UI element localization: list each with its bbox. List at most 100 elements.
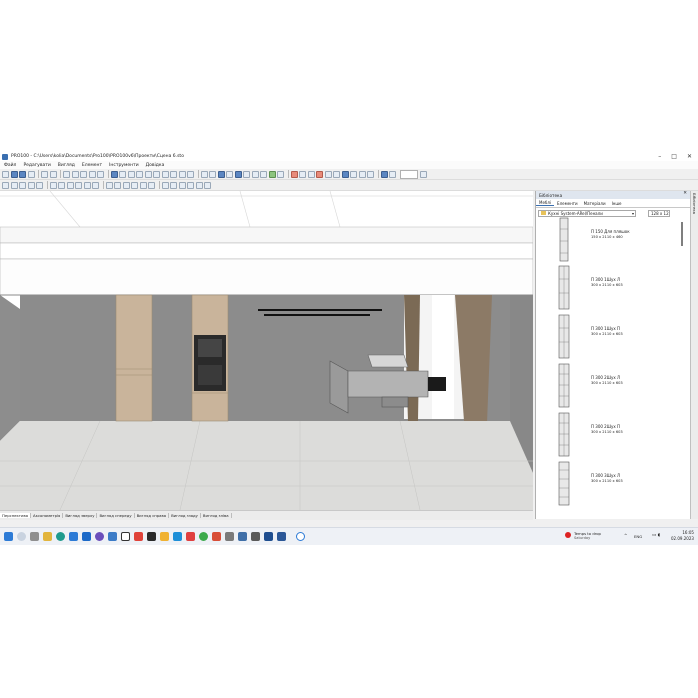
menu-help[interactable]: Довідка <box>146 163 165 168</box>
measure-icon[interactable] <box>187 181 194 189</box>
store-icon[interactable] <box>69 532 78 541</box>
zoom-field[interactable] <box>399 169 418 179</box>
layer-icon[interactable] <box>178 181 186 189</box>
list-item[interactable]: П 300 2Шух П 300 x 2110 x 603 <box>554 412 674 457</box>
view-front-icon[interactable] <box>217 170 225 178</box>
app3-icon[interactable] <box>225 532 234 541</box>
3d-viewport[interactable] <box>0 191 533 510</box>
app2-icon[interactable] <box>212 532 221 541</box>
anydesk-icon[interactable] <box>186 532 195 541</box>
tab-perspective[interactable]: Перспектива <box>0 513 32 518</box>
zoom-out-icon[interactable] <box>389 170 396 178</box>
list-item[interactable]: П 300 2Шух Л 300 x 2110 x 603 <box>554 363 674 408</box>
list-item[interactable]: П 300 1Шух П 300 x 2110 x 603 <box>554 314 674 359</box>
zoom-fit-icon[interactable] <box>419 170 427 178</box>
menu-tools[interactable]: Інструменти <box>109 163 139 168</box>
new-icon[interactable] <box>2 170 9 178</box>
chrome-icon[interactable] <box>199 532 208 541</box>
save-icon[interactable] <box>19 170 26 178</box>
cutting-icon[interactable] <box>178 170 186 178</box>
app5-icon[interactable] <box>251 532 260 541</box>
tab-top[interactable]: Вигляд зверху <box>63 513 98 518</box>
app-icon[interactable] <box>108 532 117 541</box>
path-select[interactable]: Кухні System-ARel/Пенали ▾ <box>538 209 636 217</box>
move-icon[interactable] <box>10 181 18 189</box>
table-icon[interactable] <box>153 170 160 178</box>
wireframe-icon[interactable] <box>243 170 250 178</box>
save-as-icon[interactable] <box>27 170 35 178</box>
tab-right[interactable]: Вигляд справа <box>135 513 170 518</box>
align-back-icon[interactable] <box>92 181 99 189</box>
tab-axonometric[interactable]: Аксонометрія <box>31 513 64 518</box>
library-scrollbar[interactable] <box>681 222 683 246</box>
report-icon[interactable] <box>170 170 177 178</box>
search-icon[interactable] <box>17 532 26 541</box>
list-item[interactable]: П 300 3Шух Л 300 x 2110 x 603 <box>554 461 674 506</box>
app6-icon[interactable] <box>264 532 273 541</box>
pro100-taskbar-icon[interactable] <box>121 532 130 541</box>
print-icon[interactable] <box>41 170 48 178</box>
align-left-icon[interactable] <box>49 181 57 189</box>
grid-icon[interactable] <box>144 170 152 178</box>
minimize-button[interactable]: – <box>658 153 661 160</box>
camera-icon[interactable] <box>277 170 284 178</box>
view-top-icon[interactable] <box>209 170 216 178</box>
light-icon[interactable] <box>268 170 276 178</box>
tab-back[interactable]: Вигляд ззаду <box>169 513 201 518</box>
menu-view[interactable]: Вигляд <box>58 163 75 168</box>
view-back-icon[interactable] <box>234 170 242 178</box>
pipette-icon[interactable] <box>27 181 35 189</box>
app4-icon[interactable] <box>238 532 247 541</box>
door-icon[interactable] <box>307 170 315 178</box>
menu-edit[interactable]: Редагувати <box>23 163 50 168</box>
copy-icon[interactable] <box>71 170 79 178</box>
unlock-icon[interactable] <box>148 181 155 189</box>
settings-icon[interactable] <box>147 532 156 541</box>
app7-icon[interactable] <box>277 532 286 541</box>
mirror-icon[interactable] <box>114 181 121 189</box>
ungroup-icon[interactable] <box>367 170 374 178</box>
select-icon[interactable] <box>2 181 9 189</box>
edge-icon[interactable] <box>316 170 323 178</box>
tab-materials[interactable]: Матеріали <box>581 201 609 206</box>
shaded-icon[interactable] <box>251 170 259 178</box>
align-icon[interactable] <box>341 170 349 178</box>
tab-front[interactable]: Вигляд спереду <box>97 513 135 518</box>
lock-icon[interactable] <box>139 181 147 189</box>
menu-element[interactable]: Елемент <box>82 163 102 168</box>
align-bottom-icon[interactable] <box>75 181 82 189</box>
rotate-icon[interactable] <box>19 181 26 189</box>
sum-icon[interactable] <box>187 170 194 178</box>
resize-icon[interactable] <box>131 181 138 189</box>
color-icon[interactable] <box>110 170 118 178</box>
panel-close-icon[interactable]: ✕ <box>683 191 687 196</box>
textured-icon[interactable] <box>260 170 267 178</box>
paste-icon[interactable] <box>80 170 87 178</box>
thumb-size-select[interactable]: 128 x 12 <box>648 209 670 217</box>
align-top-icon[interactable] <box>66 181 74 189</box>
paint-icon[interactable] <box>36 181 43 189</box>
task-view-icon[interactable] <box>30 532 39 541</box>
tab-other[interactable]: Інше <box>609 201 625 206</box>
chevron-up-icon[interactable]: ^ <box>624 533 627 538</box>
material-icon[interactable] <box>290 170 298 178</box>
undo-icon[interactable] <box>88 170 96 178</box>
shelf-icon[interactable] <box>333 170 340 178</box>
align-front-icon[interactable] <box>83 181 91 189</box>
texture-icon[interactable] <box>119 170 126 178</box>
list-icon[interactable] <box>161 170 169 178</box>
close-button[interactable]: ✕ <box>687 153 692 160</box>
tab-furniture[interactable]: Меблі <box>536 200 555 206</box>
network-volume-icon[interactable]: ▭ ◖ <box>652 533 660 538</box>
list-item[interactable]: П 150 Для пляшок 150 x 2110 x 460 <box>554 217 674 262</box>
flip-icon[interactable] <box>122 181 130 189</box>
tab-elements[interactable]: Елементи <box>554 201 581 206</box>
menu-file[interactable]: Файл <box>4 163 16 168</box>
hide-icon[interactable] <box>161 181 169 189</box>
pan-icon[interactable] <box>204 181 211 189</box>
render-icon[interactable] <box>127 170 135 178</box>
snap-icon[interactable] <box>105 181 113 189</box>
app8-icon[interactable] <box>296 532 305 541</box>
group-icon[interactable] <box>358 170 366 178</box>
align-right-icon[interactable] <box>58 181 65 189</box>
